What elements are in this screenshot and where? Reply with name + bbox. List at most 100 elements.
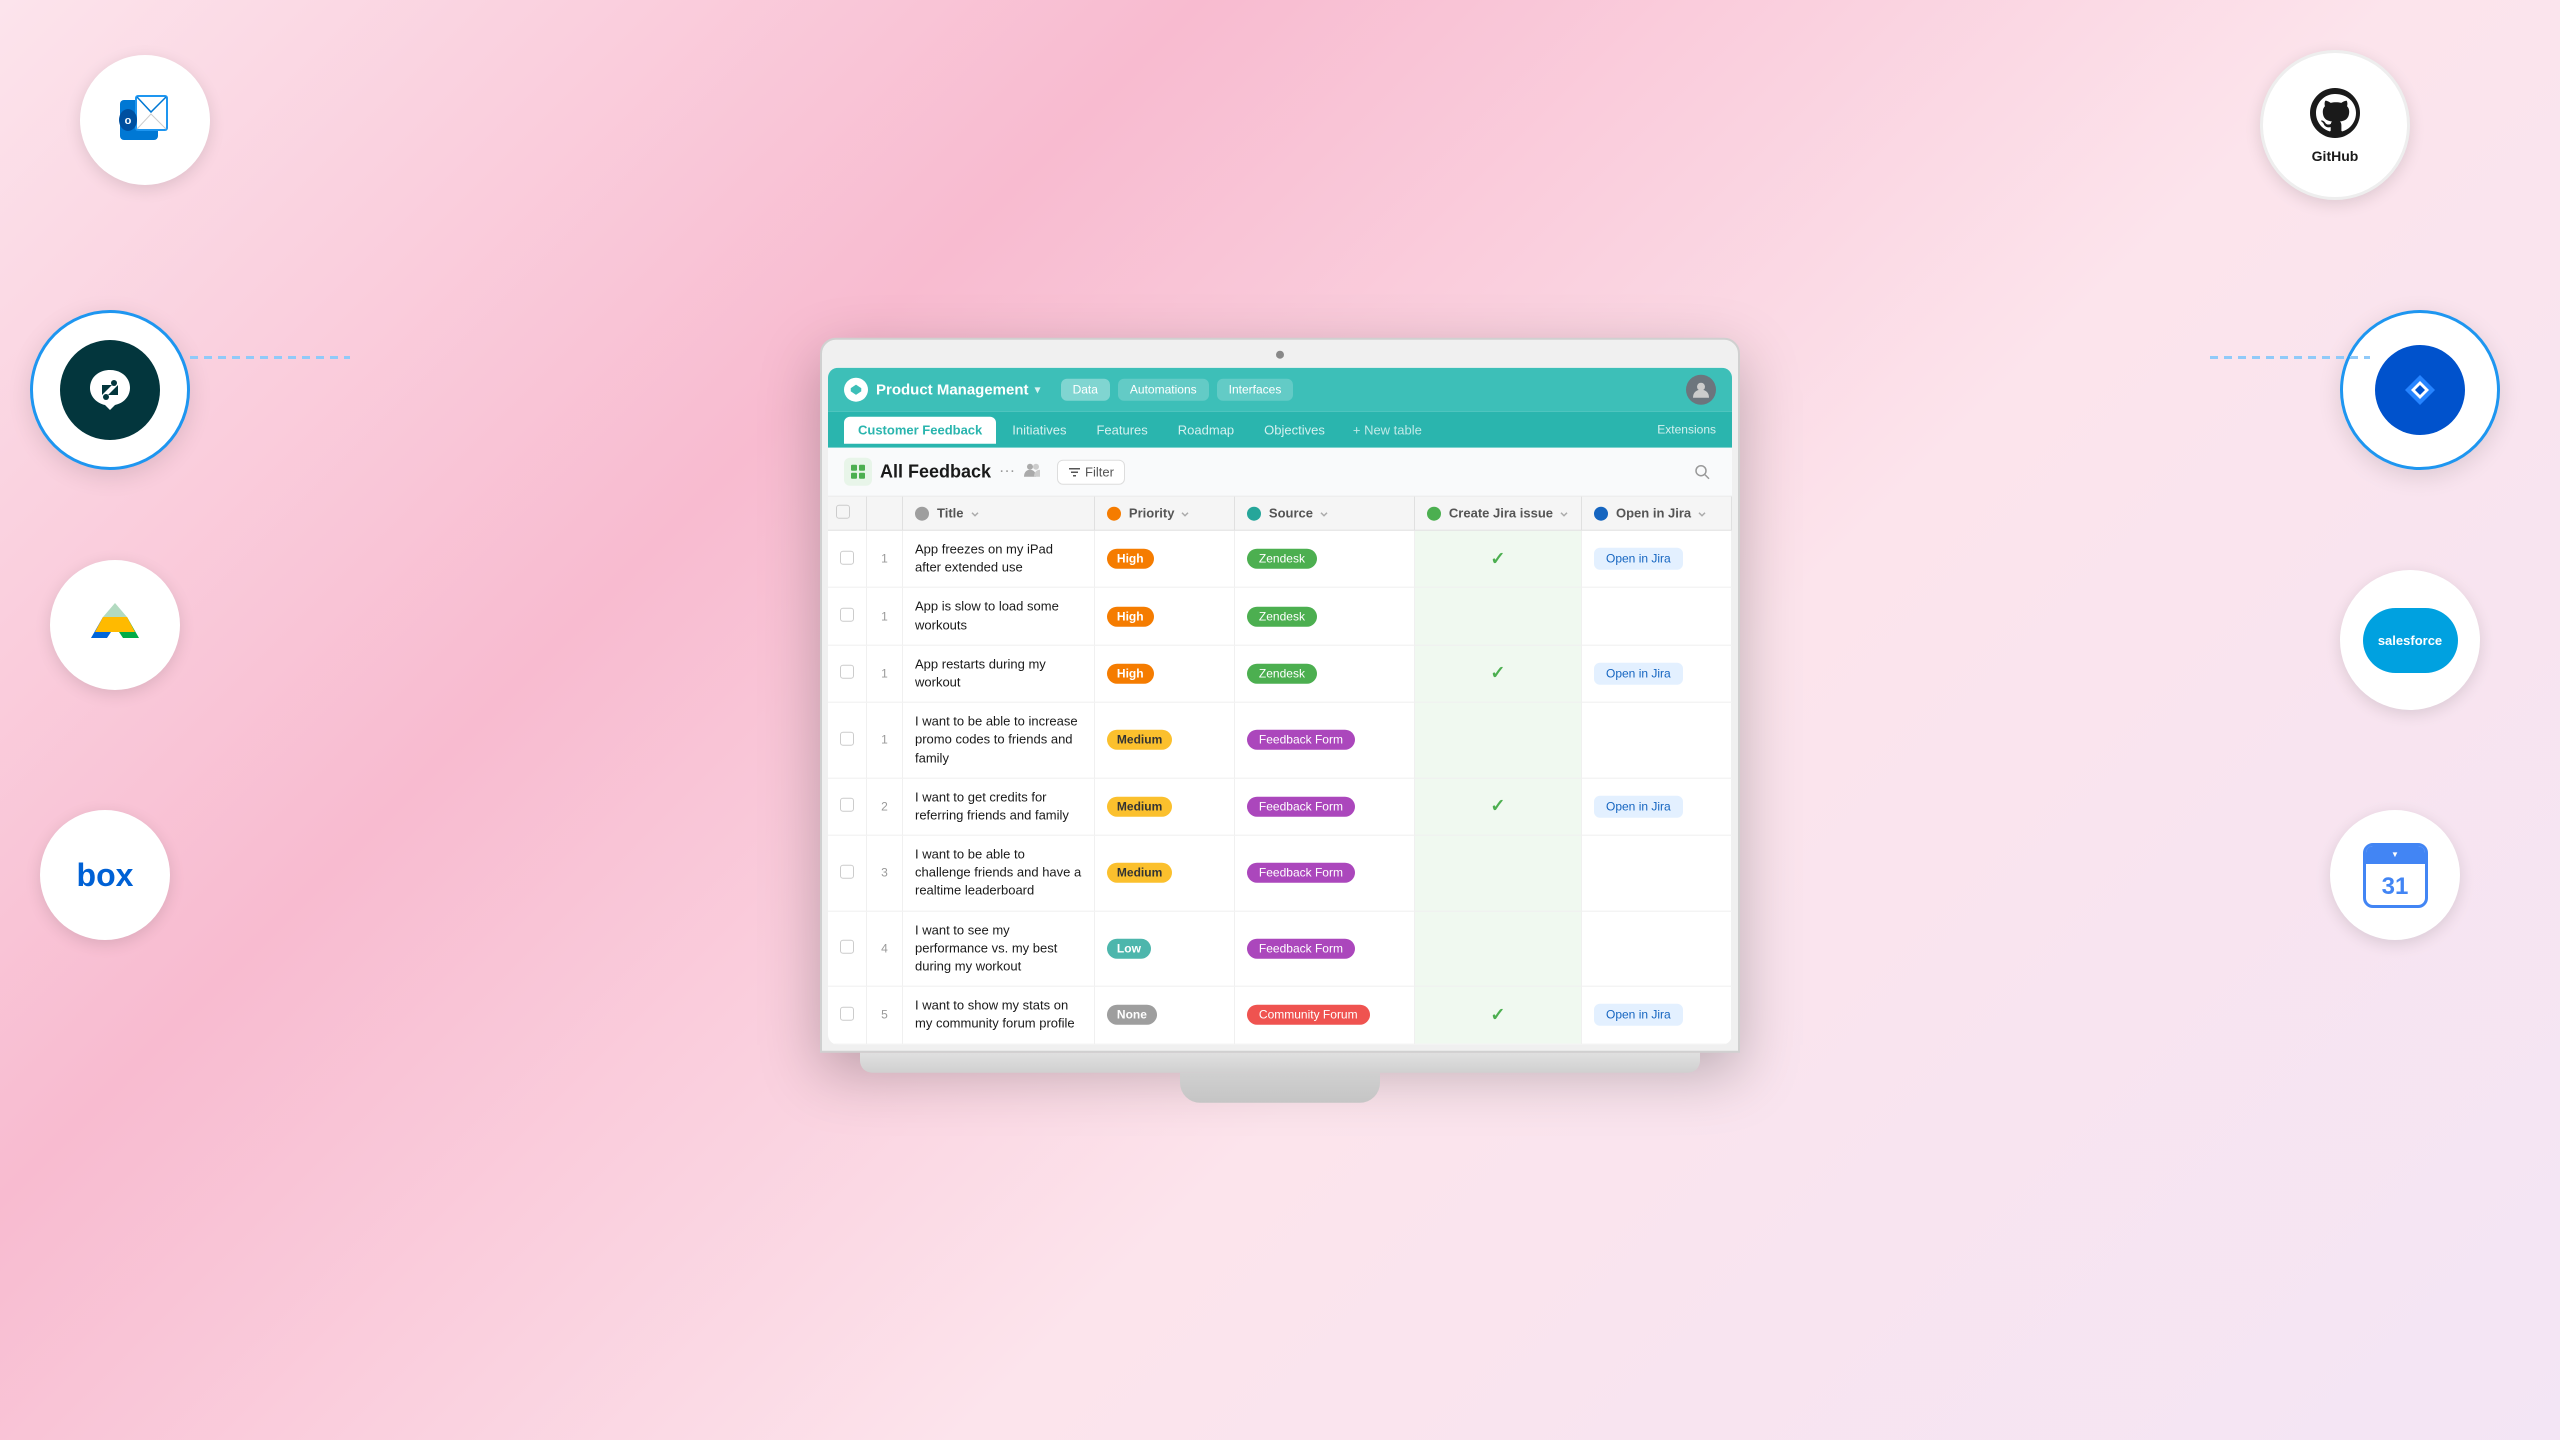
row-jira-check[interactable]: ✓ (1414, 645, 1581, 702)
zendesk-icon-container (30, 310, 190, 470)
tab-initiatives[interactable]: Initiatives (998, 416, 1080, 443)
priority-badge: Medium (1107, 730, 1172, 750)
svg-text:o: o (125, 115, 132, 127)
row-priority: Medium (1094, 778, 1234, 835)
extensions-label: Extensions (1657, 423, 1716, 437)
row-title[interactable]: App is slow to load some workouts (903, 588, 1095, 645)
row-source: Feedback Form (1234, 778, 1414, 835)
new-table-button[interactable]: + New table (1341, 416, 1434, 443)
row-priority: Medium (1094, 702, 1234, 778)
view-options-icon[interactable]: ··· (999, 463, 1015, 481)
row-source: Zendesk (1234, 530, 1414, 587)
row-checkbox-6[interactable] (840, 940, 854, 954)
titlebar: Product Management ▾ Data Automations In… (828, 368, 1732, 412)
row-title[interactable]: I want to show my stats on my community … (903, 986, 1095, 1043)
priority-badge: Medium (1107, 863, 1172, 883)
select-all-checkbox[interactable] (836, 505, 850, 519)
filter-label: Filter (1085, 464, 1114, 479)
table-header-row: Title Priority (828, 497, 1732, 531)
table-row: 2I want to get credits for referring fri… (828, 778, 1732, 835)
automations-tab-button[interactable]: Automations (1118, 379, 1209, 401)
row-source: Zendesk (1234, 588, 1414, 645)
row-num: 4 (867, 911, 903, 987)
box-icon: box (40, 810, 170, 940)
row-checkbox-2[interactable] (840, 665, 854, 679)
row-source: Feedback Form (1234, 702, 1414, 778)
row-title[interactable]: App freezes on my iPad after extended us… (903, 530, 1095, 587)
search-button[interactable] (1688, 458, 1716, 486)
row-jira-check[interactable]: ✓ (1414, 778, 1581, 835)
tab-objectives[interactable]: Objectives (1250, 416, 1339, 443)
row-open-jira (1582, 911, 1732, 987)
row-checkbox-0[interactable] (840, 550, 854, 564)
title-col-label: Title (937, 506, 964, 521)
jira-checkmark: ✓ (1490, 1005, 1505, 1025)
view-icon (844, 458, 872, 486)
open-jira-col-label: Open in Jira (1616, 506, 1691, 521)
view-header: All Feedback ··· Fil (828, 448, 1732, 497)
row-num: 1 (867, 645, 903, 702)
priority-badge: Medium (1107, 797, 1172, 817)
row-title[interactable]: I want to get credits for referring frie… (903, 778, 1095, 835)
source-badge: Feedback Form (1247, 797, 1355, 817)
source-badge: Zendesk (1247, 606, 1317, 626)
row-checkbox-4[interactable] (840, 798, 854, 812)
row-priority: None (1094, 986, 1234, 1043)
salesforce-icon-container: salesforce (2340, 570, 2480, 710)
row-checkbox-1[interactable] (840, 608, 854, 622)
gcal-icon: ▼ 31 (2330, 810, 2460, 940)
source-badge: Feedback Form (1247, 730, 1355, 750)
row-checkbox-5[interactable] (840, 865, 854, 879)
source-badge: Zendesk (1247, 549, 1317, 569)
title-dropdown-icon[interactable]: ▾ (1035, 383, 1041, 397)
row-priority: High (1094, 530, 1234, 587)
row-num: 1 (867, 702, 903, 778)
user-avatar[interactable] (1686, 375, 1716, 405)
row-jira-check[interactable] (1414, 911, 1581, 987)
row-checkbox-3[interactable] (840, 732, 854, 746)
tab-customer-feedback[interactable]: Customer Feedback (844, 416, 996, 443)
zendesk-icon (30, 310, 190, 470)
create-jira-header[interactable]: Create Jira issue (1414, 497, 1581, 531)
screen-inner: Product Management ▾ Data Automations In… (828, 368, 1732, 1045)
row-jira-check[interactable] (1414, 588, 1581, 645)
jira-checkmark: ✓ (1490, 663, 1505, 683)
open-jira-button[interactable]: Open in Jira (1594, 548, 1683, 570)
data-tab-button[interactable]: Data (1061, 379, 1110, 401)
row-num: 1 (867, 588, 903, 645)
laptop-screen: Product Management ▾ Data Automations In… (820, 338, 1740, 1053)
tab-features[interactable]: Features (1082, 416, 1161, 443)
row-open-jira: Open in Jira (1582, 645, 1732, 702)
title-header[interactable]: Title (903, 497, 1095, 531)
row-title[interactable]: I want to be able to challenge friends a… (903, 835, 1095, 911)
priority-header[interactable]: Priority (1094, 497, 1234, 531)
row-checkbox-7[interactable] (840, 1007, 854, 1021)
dotted-line-right (2210, 356, 2370, 359)
gcal-icon-container: ▼ 31 (2330, 810, 2460, 940)
priority-badge: None (1107, 1005, 1157, 1025)
row-title[interactable]: I want to be able to increase promo code… (903, 702, 1095, 778)
open-jira-button[interactable]: Open in Jira (1594, 663, 1683, 685)
open-jira-button[interactable]: Open in Jira (1594, 1004, 1683, 1026)
row-jira-check[interactable] (1414, 835, 1581, 911)
filter-button[interactable]: Filter (1057, 459, 1125, 484)
salesforce-icon: salesforce (2340, 570, 2480, 710)
row-jira-check[interactable]: ✓ (1414, 986, 1581, 1043)
row-title[interactable]: App restarts during my workout (903, 645, 1095, 702)
open-jira-header[interactable]: Open in Jira (1582, 497, 1732, 531)
row-title[interactable]: I want to see my performance vs. my best… (903, 911, 1095, 987)
jira-icon (2340, 310, 2500, 470)
table-row: 1App freezes on my iPad after extended u… (828, 530, 1732, 587)
tab-roadmap[interactable]: Roadmap (1164, 416, 1248, 443)
open-jira-button[interactable]: Open in Jira (1594, 796, 1683, 818)
box-icon-container: box (40, 810, 170, 940)
interfaces-tab-button[interactable]: Interfaces (1217, 379, 1294, 401)
priority-badge: High (1107, 664, 1154, 684)
laptop-base (860, 1052, 1700, 1072)
row-priority: High (1094, 645, 1234, 702)
source-header[interactable]: Source (1234, 497, 1414, 531)
row-jira-check[interactable]: ✓ (1414, 530, 1581, 587)
view-people-icon[interactable] (1023, 460, 1041, 483)
row-open-jira (1582, 702, 1732, 778)
row-jira-check[interactable] (1414, 702, 1581, 778)
